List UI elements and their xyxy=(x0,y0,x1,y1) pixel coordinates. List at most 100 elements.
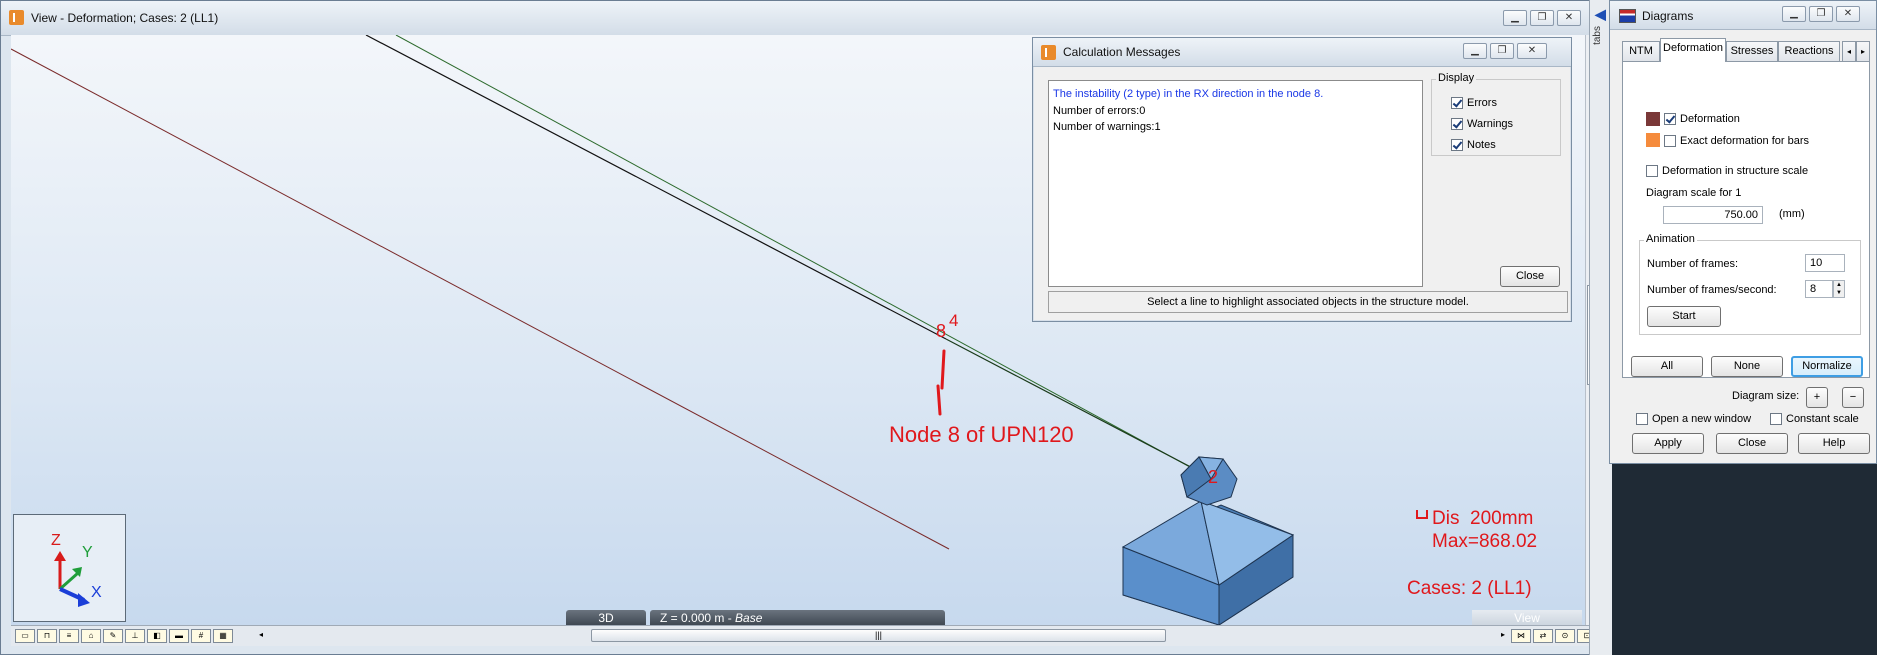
toolbar-icon-4[interactable]: ⌂ xyxy=(81,629,101,643)
diagrams-minimize-button[interactable]: ▁ xyxy=(1782,6,1806,22)
bar-black xyxy=(365,35,947,340)
notes-label: Notes xyxy=(1467,139,1496,151)
toolbar-icon-7[interactable]: ◧ xyxy=(147,629,167,643)
toolbar-icon-9[interactable]: # xyxy=(191,629,211,643)
help-button[interactable]: Help xyxy=(1798,433,1870,454)
tab-scroll-right-icon[interactable]: ▸ xyxy=(1856,41,1870,61)
calc-close-x-button[interactable]: ✕ xyxy=(1517,43,1547,59)
tab-ntm[interactable]: NTM xyxy=(1622,41,1660,61)
message-line[interactable]: Number of errors:0 xyxy=(1053,103,1418,120)
tab-scroll-left-icon[interactable]: ◂ xyxy=(1842,41,1856,61)
node-number-2: 2 xyxy=(1208,467,1219,487)
diagrams-app-icon xyxy=(1619,9,1636,23)
tab-z-base: Base xyxy=(735,611,763,625)
diagrams-close-button[interactable]: Close xyxy=(1716,433,1788,454)
diagram-size-plus-button[interactable]: + xyxy=(1806,387,1828,408)
axis-y-label: Y xyxy=(82,544,93,561)
axis-z-label: Z xyxy=(51,532,61,549)
errors-checkbox[interactable] xyxy=(1451,97,1463,109)
toolbar-icon-10[interactable]: ▦ xyxy=(213,629,233,643)
deformation-panel: Deformation Exact deformation for bars D… xyxy=(1622,61,1870,378)
start-button[interactable]: Start xyxy=(1647,306,1721,327)
diagram-size-minus-button[interactable]: − xyxy=(1842,387,1864,408)
structure-scale-checkbox[interactable] xyxy=(1646,165,1658,177)
none-button[interactable]: None xyxy=(1711,356,1783,377)
view-tab[interactable]: View xyxy=(1472,610,1582,626)
messages-list[interactable]: The instability (2 type) in the RX direc… xyxy=(1048,80,1423,287)
frames-label: Number of frames: xyxy=(1647,258,1739,270)
maximize-button[interactable]: ❐ xyxy=(1530,10,1554,26)
constant-scale-checkbox[interactable] xyxy=(1770,413,1782,425)
calc-minimize-button[interactable]: ▁ xyxy=(1463,43,1487,59)
deformation-label: Deformation xyxy=(1680,113,1740,125)
message-line[interactable]: Number of warnings:1 xyxy=(1053,119,1418,136)
diagrams-maximize-button[interactable]: ❐ xyxy=(1809,6,1833,22)
calc-titlebar[interactable]: Calculation Messages ▁ ❐ ✕ xyxy=(1033,38,1571,67)
tab-stresses[interactable]: Stresses xyxy=(1726,41,1778,61)
open-new-window-label: Open a new window xyxy=(1652,413,1752,425)
close-button[interactable]: ✕ xyxy=(1557,10,1581,26)
calc-status-bar: Select a line to highlight associated ob… xyxy=(1048,291,1568,313)
toolbar-icon-r1[interactable]: ⋈ xyxy=(1511,629,1531,643)
toolbar-icon-r2[interactable]: ⇄ xyxy=(1533,629,1553,643)
toolbar-icon-8[interactable]: ▬ xyxy=(169,629,189,643)
display-group-label: Display xyxy=(1436,72,1477,84)
open-new-window-checkbox[interactable] xyxy=(1636,413,1648,425)
bar-red xyxy=(11,48,950,550)
deformation-checkbox[interactable] xyxy=(1664,113,1676,125)
node-annotation-label: Node 8 of UPN120 xyxy=(889,422,1074,447)
axis-x-label: X xyxy=(91,584,102,601)
toolbar-icon-3[interactable]: ≡ xyxy=(59,629,79,643)
tab-3d[interactable]: 3D xyxy=(566,610,646,626)
exact-deformation-checkbox[interactable] xyxy=(1664,135,1676,147)
scale-value-input[interactable]: 750.00 xyxy=(1663,206,1763,224)
message-line[interactable]: The instability (2 type) in the RX direc… xyxy=(1053,86,1418,103)
annotation-stroke xyxy=(936,349,946,416)
tab-z-text: Z = 0.000 m - xyxy=(660,611,736,625)
tab-z-level[interactable]: Z = 0.000 m - Base xyxy=(650,610,945,626)
view-titlebar[interactable]: View - Deformation; Cases: 2 (LL1) ▁ ❐ ✕ xyxy=(1,1,1604,36)
normalize-button[interactable]: Normalize xyxy=(1791,356,1863,377)
toolbar-icon-1[interactable]: ▭ xyxy=(15,629,35,643)
legend-cases: Cases: 2 (LL1) xyxy=(1407,578,1532,599)
diagrams-title: Diagrams xyxy=(1642,9,1694,23)
arrow-left-icon[interactable]: ◀ xyxy=(1595,6,1606,23)
notes-checkbox[interactable] xyxy=(1451,139,1463,151)
tab-reactions[interactable]: Reactions xyxy=(1778,41,1840,61)
warnings-checkbox[interactable] xyxy=(1451,118,1463,130)
deformation-color-swatch[interactable] xyxy=(1646,112,1660,126)
minimize-button[interactable]: ▁ xyxy=(1503,10,1527,26)
calc-app-icon xyxy=(1041,45,1056,60)
errors-label: Errors xyxy=(1467,97,1497,109)
diagrams-titlebar[interactable]: Diagrams ▁ ❐ ✕ xyxy=(1610,1,1876,30)
toolbar-icon-r3[interactable]: ⊙ xyxy=(1555,629,1575,643)
calc-maximize-button[interactable]: ❐ xyxy=(1490,43,1514,59)
diagrams-close-x-button[interactable]: ✕ xyxy=(1836,6,1860,22)
exact-deformation-label: Exact deformation for bars xyxy=(1680,135,1810,147)
horizontal-scroll-thumb[interactable]: ||| xyxy=(591,629,1166,642)
bar-black-2 xyxy=(945,338,1207,476)
constant-scale-label: Constant scale xyxy=(1786,413,1859,425)
animation-group-label: Animation xyxy=(1644,233,1697,245)
calculation-messages-dialog: Calculation Messages ▁ ❐ ✕ The instabili… xyxy=(1032,37,1572,322)
diagram-size-label: Diagram size: xyxy=(1732,390,1800,402)
toolbar-icon-2[interactable]: ⊓ xyxy=(37,629,57,643)
exact-color-swatch[interactable] xyxy=(1646,133,1660,147)
legend-dis: Dis 200mm xyxy=(1432,508,1534,529)
calc-close-button[interactable]: Close xyxy=(1500,266,1560,287)
calc-title: Calculation Messages xyxy=(1063,45,1181,59)
apply-button[interactable]: Apply xyxy=(1632,433,1704,454)
warnings-label: Warnings xyxy=(1467,118,1514,130)
view-title: View - Deformation; Cases: 2 (LL1) xyxy=(31,11,219,25)
toolbar-icon-5[interactable]: ✎ xyxy=(103,629,123,643)
scroll-left-icon[interactable]: ◂ xyxy=(251,629,271,643)
all-button[interactable]: All xyxy=(1631,356,1703,377)
scroll-right-icon[interactable]: ▸ xyxy=(1493,629,1513,643)
frames-input[interactable]: 10 xyxy=(1805,254,1845,272)
tab-deformation[interactable]: Deformation xyxy=(1660,38,1726,62)
fps-input[interactable]: 8 xyxy=(1805,280,1833,298)
toolbar-icon-6[interactable]: ⊥ xyxy=(125,629,145,643)
fps-spinner[interactable]: ▲ ▼ xyxy=(1833,280,1845,298)
node-number-8: 8 xyxy=(936,321,947,341)
scale-unit-label: (mm) xyxy=(1779,208,1805,220)
